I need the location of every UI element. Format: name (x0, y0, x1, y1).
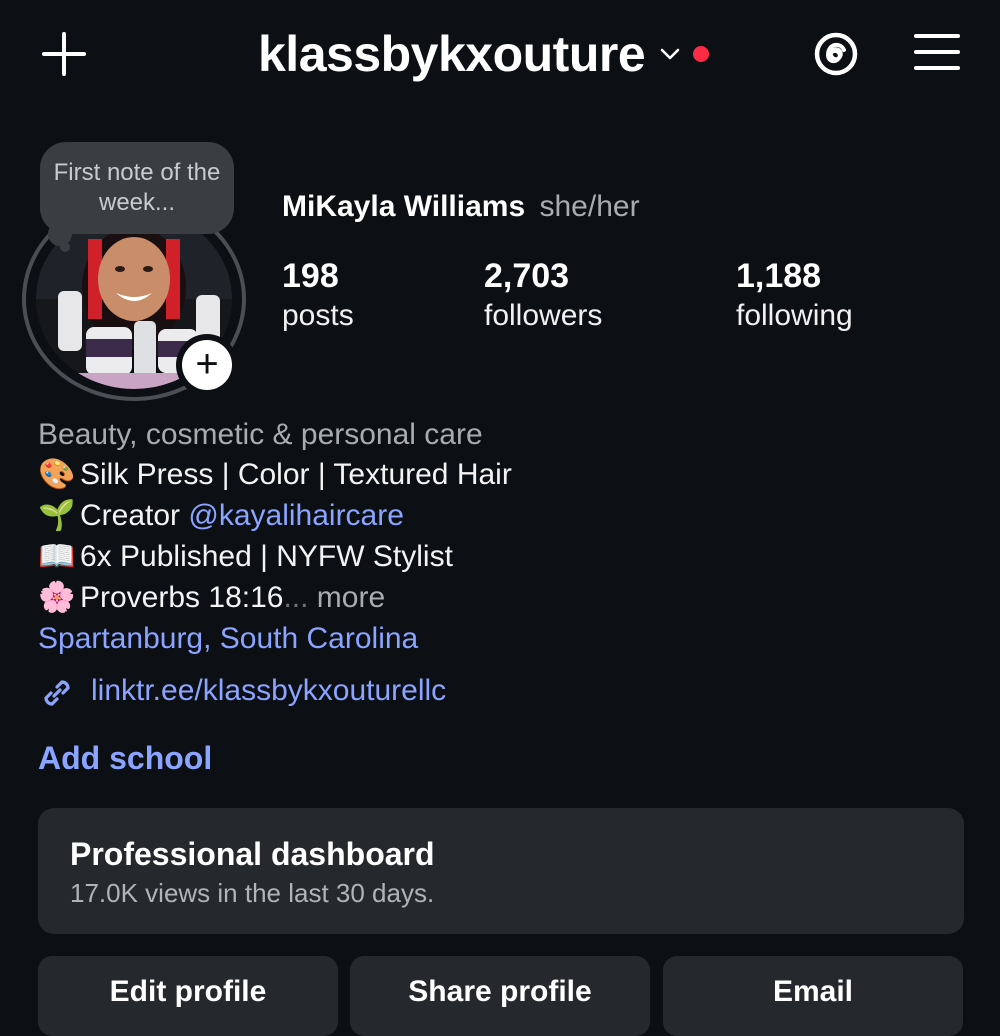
bio-text: Creator (80, 499, 189, 532)
professional-dashboard-card[interactable]: Professional dashboard 17.0K views in th… (38, 808, 964, 934)
link-icon (44, 680, 70, 706)
seedling-emoji-icon: 🌱 (38, 499, 76, 532)
blossom-emoji-icon: 🌸 (38, 581, 76, 614)
website-link[interactable]: linktr.ee/klassbykxouturellc (91, 672, 446, 710)
bio-line: 🌸 Proverbs 18:16... more (38, 579, 385, 617)
share-profile-button[interactable]: Share profile (350, 956, 650, 1036)
bio-line: 🎨 Silk Press | Color | Textured Hair (38, 456, 512, 494)
dashboard-title: Professional dashboard (70, 836, 435, 872)
display-name: MiKayla Williams (282, 190, 526, 223)
note-text: First note of the week... (53, 159, 221, 216)
note-tail-dot (60, 242, 70, 252)
category-label: Beauty, cosmetic & personal care (38, 418, 483, 451)
stat-label: posts (282, 299, 354, 332)
menu-icon[interactable] (912, 32, 962, 72)
profile-name-line: MiKayla Williams she/her (282, 190, 640, 224)
more-link[interactable]: more (308, 581, 385, 614)
create-plus-icon[interactable] (38, 28, 90, 80)
edit-profile-button[interactable]: Edit profile (38, 956, 338, 1036)
stat-value: 1,188 (736, 257, 822, 295)
plus-icon: + (182, 340, 232, 390)
note-bubble[interactable]: First note of the week... (40, 142, 234, 234)
stat-value: 2,703 (484, 257, 570, 295)
bio-text: Proverbs 18:16 (80, 581, 284, 614)
pronouns: she/her (539, 190, 640, 223)
stat-followers[interactable]: 2,703 followers (484, 256, 602, 336)
location-link[interactable]: Spartanburg, South Carolina (38, 620, 418, 658)
stat-posts[interactable]: 198 posts (282, 256, 354, 336)
bio-text: 6x Published | NYFW Stylist (80, 540, 453, 573)
chevron-down-icon (660, 48, 680, 60)
bio-line: 🌱 Creator @kayalihaircare (38, 497, 404, 535)
stat-value: 198 (282, 257, 339, 295)
mention-link[interactable]: @kayalihaircare (188, 499, 404, 532)
palette-emoji-icon: 🎨 (38, 458, 76, 491)
bio-text: Silk Press | Color | Textured Hair (80, 458, 512, 491)
book-emoji-icon: 📖 (38, 540, 76, 573)
add-school-link[interactable]: Add school (38, 740, 212, 777)
notification-dot (693, 46, 710, 62)
account-switcher[interactable]: klassbykxouture (258, 22, 710, 86)
email-button[interactable]: Email (663, 956, 963, 1036)
username: klassbykxouture (258, 26, 646, 82)
ellipsis: ... (283, 581, 309, 614)
stat-following[interactable]: 1,188 following (736, 256, 853, 336)
threads-icon[interactable] (810, 28, 862, 80)
bio-line: 📖 6x Published | NYFW Stylist (38, 538, 453, 576)
stat-label: following (736, 299, 853, 332)
stat-label: followers (484, 299, 603, 332)
dashboard-subtitle: 17.0K views in the last 30 days. (70, 878, 435, 908)
add-story-button[interactable]: + (176, 334, 238, 396)
